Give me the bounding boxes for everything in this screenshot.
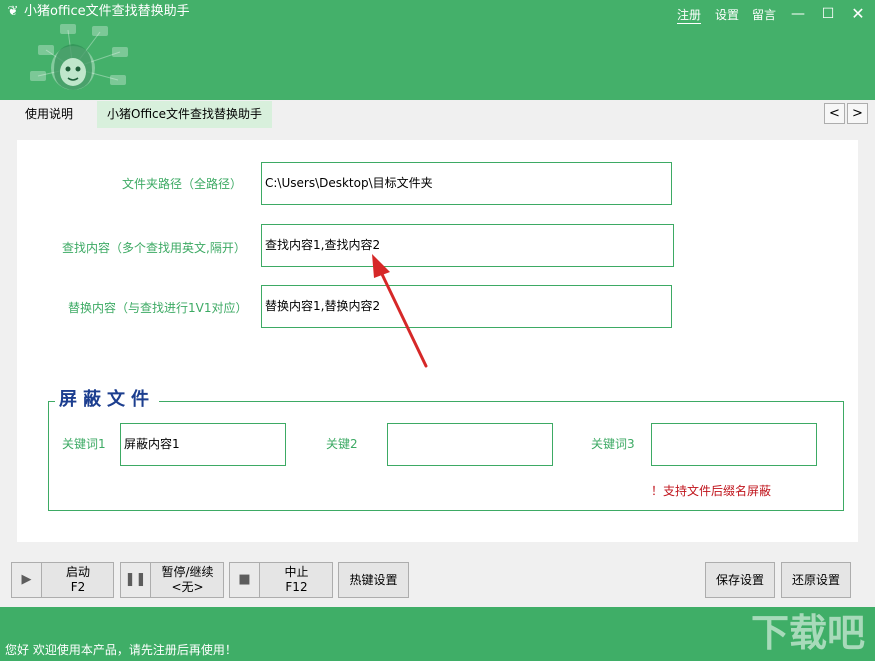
find-content-input[interactable]: 查找内容1,查找内容2 [261,224,674,267]
keyword3-input[interactable] [651,423,817,466]
start-label: 启动 [65,565,90,579]
tab-find-replace[interactable]: 小猪Office文件查找替换助手 [97,101,273,128]
play-icon: ▶ [12,563,42,597]
settings-link[interactable]: 设置 [715,7,739,23]
hotkey-settings-button[interactable]: 热键设置 [338,562,409,598]
stop-button[interactable]: ■ 中止 F12 [229,562,333,598]
maximize-button[interactable]: ☐ [819,5,837,23]
register-link[interactable]: 注册 [677,7,702,24]
save-settings-button[interactable]: 保存设置 [705,562,775,598]
message-link[interactable]: 留言 [752,7,776,23]
stop-label: 中止 [284,565,309,579]
folder-path-input[interactable]: C:\Users\Desktop\目标文件夹 [261,162,672,205]
replace-content-label: 替换内容（与查找进行1V1对应） [68,301,248,315]
stop-icon: ■ [230,563,260,597]
pause-resume-button[interactable]: ❚❚ 暂停/继续 <无> [120,562,224,598]
annotation-arrow-icon [372,254,428,368]
restore-settings-button[interactable]: 还原设置 [781,562,851,598]
pause-icon: ❚❚ [121,563,151,597]
pause-hotkey: <无> [171,580,204,594]
find-content-label: 查找内容（多个查找用英文,隔开） [62,241,246,255]
suffix-block-note: ！支持文件后缀名屏蔽 [651,484,772,498]
keyword2-label: 关键2 [326,437,358,451]
replace-content-input[interactable]: 替换内容1,替换内容2 [261,285,672,328]
tab-scroll-right-button[interactable]: > [847,103,868,124]
start-button[interactable]: ▶ 启动 F2 [11,562,114,598]
status-message: 您好 欢迎使用本产品，请先注册后再使用！ [5,643,237,657]
block-files-title: 屏蔽文件 [55,388,159,412]
tab-help[interactable]: 使用说明 [15,101,83,128]
watermark-logo: 下载吧 [750,611,865,655]
keyword1-input[interactable]: 屏蔽内容1 [120,423,286,466]
tab-scroll-left-button[interactable]: < [824,103,845,124]
mascot-logo [30,24,128,90]
stop-hotkey: F12 [285,580,308,594]
folder-path-label: 文件夹路径（全路径） [122,177,243,191]
keyword2-input[interactable] [387,423,553,466]
keyword3-label: 关键词3 [591,437,635,451]
start-hotkey: F2 [70,580,86,594]
minimize-button[interactable]: — [789,5,807,23]
pause-label: 暂停/继续 [161,565,214,579]
app-logo-icon: ❦ [7,4,19,19]
close-button[interactable]: ✕ [849,5,867,23]
keyword1-label: 关键词1 [62,437,106,451]
